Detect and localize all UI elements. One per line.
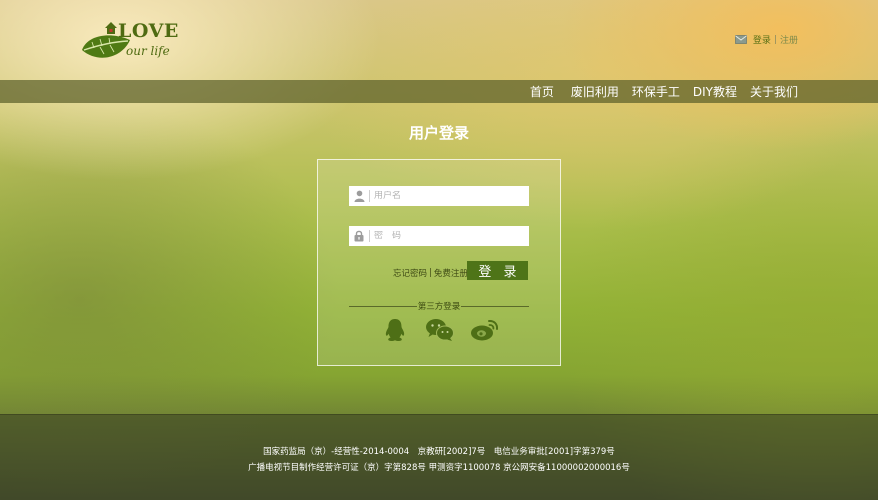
user-icon xyxy=(349,190,369,202)
footer: 国家药监局（京）-经营性-2014-0004 京教研[2002]7号 电信业务审… xyxy=(0,414,878,500)
nav-items: 首页 废旧利用 环保手工 DIY教程 关于我们 xyxy=(517,80,798,103)
login-button[interactable]: 登 录 xyxy=(467,261,528,280)
password-field[interactable] xyxy=(349,226,529,246)
logo-subtitle: our life xyxy=(126,44,170,58)
divider-line-right xyxy=(461,306,529,307)
mail-icon xyxy=(735,35,747,44)
logo-title: LOVE xyxy=(118,20,179,42)
top-register-link[interactable]: 注册 xyxy=(780,33,798,46)
footer-license-line-1: 国家药监局（京）-经营性-2014-0004 京教研[2002]7号 电信业务审… xyxy=(263,447,615,457)
header: LOVE our life 登录 | 注册 xyxy=(0,0,878,80)
house-icon xyxy=(105,22,117,34)
username-input[interactable] xyxy=(374,191,524,201)
top-links-separator: | xyxy=(773,34,777,45)
auxiliary-links: 忘记密码 | 免费注册 xyxy=(393,266,468,280)
wechat-icon[interactable] xyxy=(425,318,455,342)
password-divider xyxy=(369,230,370,242)
qq-icon[interactable] xyxy=(384,318,406,342)
weibo-icon[interactable] xyxy=(470,318,500,342)
password-input[interactable] xyxy=(374,231,524,241)
nav-item-handcraft[interactable]: 环保手工 xyxy=(632,83,680,100)
page-title: 用户登录 xyxy=(408,124,469,142)
logo[interactable]: LOVE our life xyxy=(80,18,190,68)
top-links: 登录 | 注册 xyxy=(735,33,798,46)
nav-item-home[interactable]: 首页 xyxy=(530,83,554,100)
nav-item-about[interactable]: 关于我们 xyxy=(750,83,798,100)
footer-license-line-2: 广播电视节目制作经营许可证（京）字第828号 甲测资字1100078 京公网安备… xyxy=(248,463,630,473)
username-divider xyxy=(369,190,370,202)
nav-item-recycle[interactable]: 废旧利用 xyxy=(571,83,619,100)
top-login-link[interactable]: 登录 xyxy=(753,33,771,46)
navbar: 首页 废旧利用 环保手工 DIY教程 关于我们 xyxy=(0,80,878,103)
links-separator: | xyxy=(429,268,432,278)
free-register-link[interactable]: 免费注册 xyxy=(434,267,468,279)
login-panel: 忘记密码 | 免费注册 登 录 第三方登录 xyxy=(317,159,561,366)
lock-icon xyxy=(349,230,369,242)
username-field[interactable] xyxy=(349,186,529,206)
forgot-password-link[interactable]: 忘记密码 xyxy=(393,267,427,279)
nav-item-diy[interactable]: DIY教程 xyxy=(693,83,737,100)
third-party-divider: 第三方登录 xyxy=(349,300,529,312)
